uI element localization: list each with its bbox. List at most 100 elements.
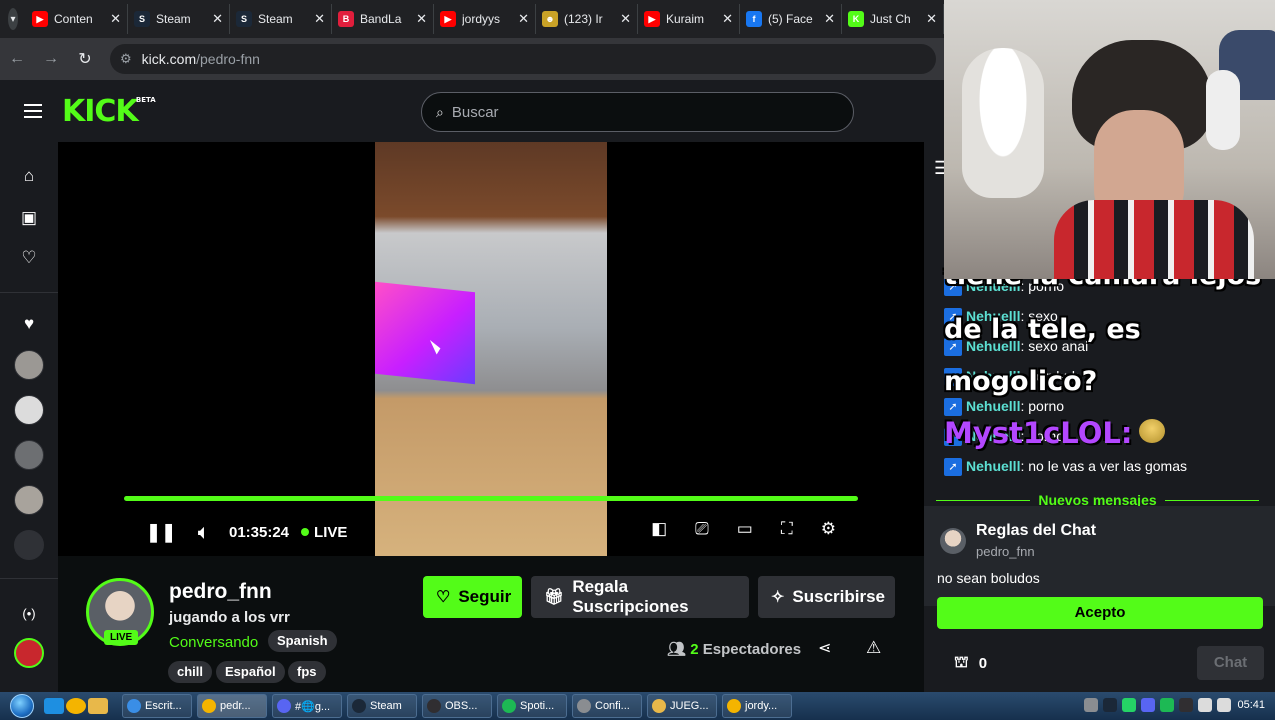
rules-title: Reglas del Chat xyxy=(976,522,1097,539)
heart-icon[interactable]: ♥ xyxy=(19,314,39,334)
browse-icon[interactable]: ▣ xyxy=(19,208,39,228)
close-tab-icon[interactable]: ✕ xyxy=(518,11,529,27)
edge-icon[interactable] xyxy=(44,698,64,714)
sidebar-channel-avatar[interactable] xyxy=(14,350,44,380)
search-icon: ⌕ xyxy=(436,103,444,120)
gift-subs-button[interactable]: 🎁︎ Regala Suscripciones xyxy=(531,576,749,618)
tray-icon[interactable] xyxy=(1160,698,1174,712)
taskbar-window-button[interactable]: jordy... xyxy=(722,694,792,718)
miniplayer-icon[interactable]: ◧ xyxy=(651,519,667,539)
clip-icon[interactable]: ⎚ xyxy=(695,519,709,539)
tts-overlay-line: de la tele, es xyxy=(944,314,1141,345)
tray-icon[interactable] xyxy=(1198,698,1212,712)
tray-icon[interactable] xyxy=(1179,698,1193,712)
channel-name[interactable]: pedro_fnn xyxy=(169,580,272,604)
taskbar-window-button[interactable]: pedr... xyxy=(197,694,267,718)
browser-tab[interactable]: ▶ Conten ✕ xyxy=(26,4,128,34)
close-tab-icon[interactable]: ✕ xyxy=(416,11,427,27)
search-input[interactable]: ⌕ Buscar xyxy=(421,92,854,132)
tray-icon[interactable] xyxy=(1084,698,1098,712)
browser-tab[interactable]: S Steam ✕ xyxy=(128,4,230,34)
browser-tab[interactable]: K Just Ch ✕ xyxy=(842,4,944,34)
subscribe-button[interactable]: ✧ Suscribirse xyxy=(758,576,895,618)
close-tab-icon[interactable]: ✕ xyxy=(926,11,937,27)
follow-button[interactable]: ♡ Seguir xyxy=(423,576,522,618)
taskbar-window-label: OBS... xyxy=(445,700,478,712)
close-tab-icon[interactable]: ✕ xyxy=(824,11,835,27)
sidebar-channel-avatar[interactable] xyxy=(14,530,44,560)
chat-username[interactable]: Nehuelll xyxy=(966,458,1020,474)
close-tab-icon[interactable]: ✕ xyxy=(110,11,121,27)
browser-tab[interactable]: ☻ (123) Ir ✕ xyxy=(536,4,638,34)
pause-icon[interactable]: ❚❚ xyxy=(146,522,176,543)
tab-title: Just Ch xyxy=(870,12,911,26)
close-tab-icon[interactable]: ✕ xyxy=(620,11,631,27)
taskbar-window-label: #🌐g... xyxy=(295,700,331,713)
tab-search-button[interactable]: ▾ xyxy=(8,8,18,30)
language-tag[interactable]: Spanish xyxy=(268,630,337,652)
start-button[interactable] xyxy=(0,692,44,720)
search-placeholder: Buscar xyxy=(451,103,499,121)
kick-logo[interactable]: KICK BETA xyxy=(62,93,156,129)
taskbar-window-button[interactable]: JUEG... xyxy=(647,694,717,718)
following-heart-icon[interactable]: ♡ xyxy=(19,248,39,268)
tray-icon[interactable] xyxy=(1141,698,1155,712)
tts-overlay-user: Myst1cLOL: xyxy=(944,416,1133,450)
volume-icon[interactable]: 🔈︎ xyxy=(198,522,209,543)
url-field[interactable]: ⚙ kick.com/pedro-fnn xyxy=(110,44,936,74)
sidebar-channel-avatar[interactable] xyxy=(14,638,44,668)
settings-gear-icon[interactable]: ⚙ xyxy=(821,519,836,539)
logo-text: KICK xyxy=(62,93,139,129)
tag-pill[interactable]: Español xyxy=(216,661,285,683)
sidebar-divider xyxy=(0,292,58,293)
tray-icon[interactable] xyxy=(1103,698,1117,712)
taskbar-window-button[interactable]: Spoti... xyxy=(497,694,567,718)
tag-pill[interactable]: fps xyxy=(288,661,326,683)
accept-rules-button[interactable]: Acepto xyxy=(937,597,1263,629)
taskbar-window-button[interactable]: OBS... xyxy=(422,694,492,718)
gift-box-icon: ⛫ xyxy=(954,654,969,671)
tab-favicon-icon: f xyxy=(746,11,762,27)
sparkle-icon: ✧ xyxy=(771,589,785,606)
taskbar-window-button[interactable]: Confi... xyxy=(572,694,642,718)
sidebar-channel-avatar[interactable] xyxy=(14,395,44,425)
report-warning-icon[interactable]: ⚠ xyxy=(866,638,881,658)
home-icon[interactable]: ⌂ xyxy=(19,166,39,186)
stream-category[interactable]: Conversando xyxy=(169,634,258,651)
close-tab-icon[interactable]: ✕ xyxy=(212,11,223,27)
tag-pill[interactable]: chill xyxy=(168,661,213,683)
taskbar-window-button[interactable]: Steam xyxy=(347,694,417,718)
video-player[interactable]: ❚❚ 🔈︎ 01:35:24 LIVE ◧ ⎚ ▭ ⛶ ⚙ xyxy=(58,142,924,556)
browser-tab[interactable]: B BandLa ✕ xyxy=(332,4,434,34)
sidebar-channel-avatar[interactable] xyxy=(14,440,44,470)
windows-logo-icon xyxy=(10,694,34,718)
reload-icon[interactable]: ↻ xyxy=(68,49,102,69)
sidebar-channel-avatar[interactable] xyxy=(14,485,44,515)
live-radio-icon[interactable]: (•) xyxy=(19,604,39,624)
progress-bar[interactable] xyxy=(124,496,858,501)
taskbar-window-button[interactable]: Escrit... xyxy=(122,694,192,718)
site-info-icon[interactable]: ⚙ xyxy=(120,51,132,67)
tray-icon[interactable] xyxy=(1122,698,1136,712)
kicks-balance[interactable]: ⛫ 0 xyxy=(954,653,987,673)
taskbar-window-button[interactable]: #🌐g... xyxy=(272,694,342,718)
menu-icon[interactable] xyxy=(24,100,42,122)
live-dot-icon xyxy=(301,528,310,536)
theater-mode-icon[interactable]: ▭ xyxy=(737,519,753,539)
fullscreen-icon[interactable]: ⛶ xyxy=(781,519,793,539)
browser-tab[interactable]: ▶ Kuraim ✕ xyxy=(638,4,740,34)
tray-icon[interactable] xyxy=(1217,698,1231,712)
close-tab-icon[interactable]: ✕ xyxy=(722,11,733,27)
chrome-icon[interactable] xyxy=(66,698,86,714)
close-tab-icon[interactable]: ✕ xyxy=(314,11,325,27)
forward-icon[interactable]: → xyxy=(34,50,68,68)
chat-username[interactable]: Nehuelll xyxy=(966,398,1020,414)
browser-tab[interactable]: S Steam ✕ xyxy=(230,4,332,34)
browser-tab[interactable]: f (5) Face ✕ xyxy=(740,4,842,34)
share-icon[interactable]: ⋖ xyxy=(818,638,831,658)
back-icon[interactable]: ← xyxy=(0,50,34,68)
taskbar-window-label: JUEG... xyxy=(670,700,709,712)
folder-icon[interactable] xyxy=(88,698,108,714)
send-chat-button[interactable]: Chat xyxy=(1197,646,1264,680)
browser-tab[interactable]: ▶ jordyys ✕ xyxy=(434,4,536,34)
